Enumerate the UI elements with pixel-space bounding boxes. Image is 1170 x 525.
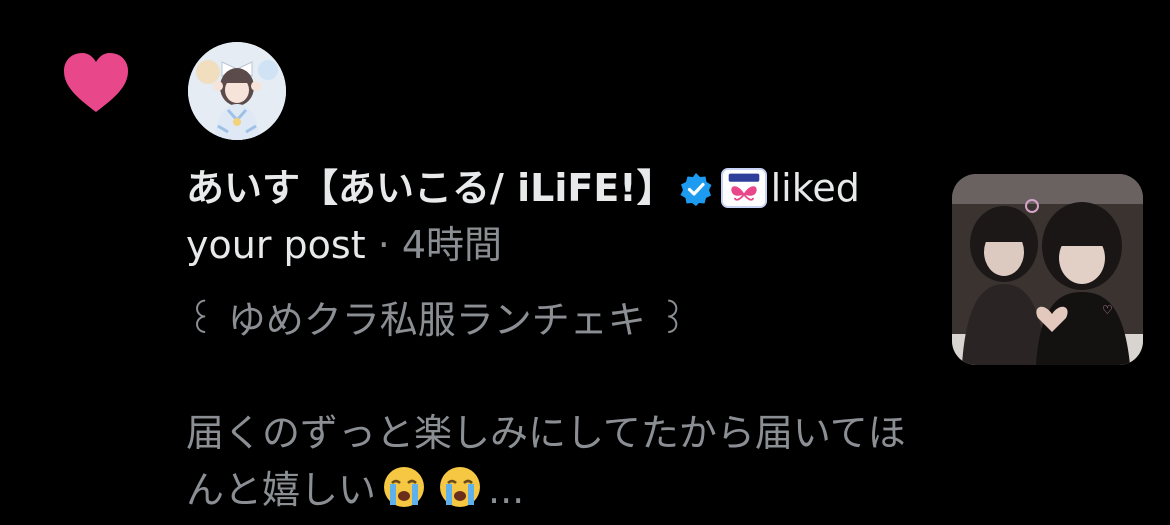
heart-icon xyxy=(62,52,130,114)
svg-text:♡: ♡ xyxy=(1102,303,1113,317)
like-notification[interactable]: あいす【あいこる/ iLiFE!】 liked your post · 4時間 … xyxy=(0,0,1170,525)
crying-face-emoji xyxy=(438,465,482,509)
post-body-text: 届くのずっと楽しみにしてたから届いてほんと嬉しい xyxy=(186,411,906,512)
timestamp: 4時間 xyxy=(401,223,503,267)
ellipsis: ... xyxy=(488,468,525,512)
post-excerpt[interactable]: 届くのずっと楽しみにしてたから届いてほんと嬉しい ... xyxy=(186,405,926,519)
affiliate-badge-icon[interactable] xyxy=(720,168,767,208)
post-thumbnail[interactable]: ♡ xyxy=(952,174,1143,365)
notification-text[interactable]: あいす【あいこる/ iLiFE!】 liked your post · 4時間 xyxy=(186,160,916,274)
separator: · xyxy=(377,223,390,267)
verified-badge-icon xyxy=(679,165,713,206)
post-title: ꒰ ゆめクラ私服ランチェキ ꒱ xyxy=(186,298,688,342)
avatar[interactable] xyxy=(188,42,286,140)
crying-face-emoji xyxy=(382,465,426,509)
user-display-name[interactable]: あいす【あいこる/ iLiFE!】 xyxy=(186,166,675,210)
